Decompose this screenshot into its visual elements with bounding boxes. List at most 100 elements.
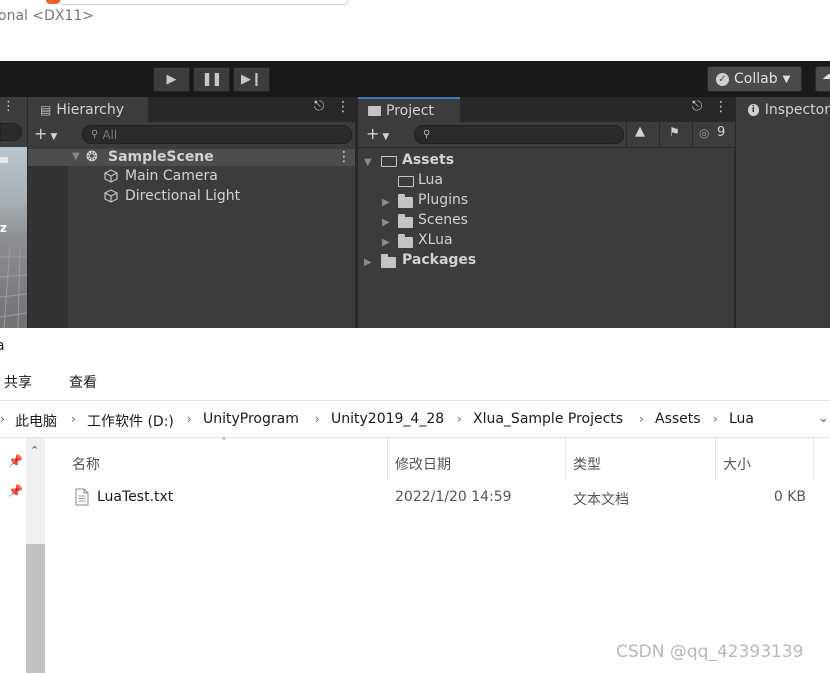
shapes-icon: ▲ xyxy=(635,124,645,139)
add-button[interactable]: + ▼ xyxy=(34,124,57,143)
expand-arrow-icon[interactable]: ▶ xyxy=(382,197,390,208)
collab-button[interactable]: ✓ Collab ▼ xyxy=(707,66,802,92)
search-placeholder: All xyxy=(102,127,118,142)
dropdown-arrow-icon: ▼ xyxy=(782,73,791,85)
breadcrumb-item[interactable]: Unity2019_4_28 xyxy=(331,411,444,427)
expand-arrow-icon[interactable]: ▶ xyxy=(382,237,390,248)
lock-icon[interactable]: ⎋ xyxy=(314,99,324,114)
scene-menu-icon[interactable]: ⋮ xyxy=(337,149,351,165)
gizmo-icon xyxy=(0,157,8,163)
play-button[interactable]: ▶ xyxy=(153,67,190,92)
create-button[interactable]: + ▼ xyxy=(366,124,389,143)
file-modified: 2022/1/20 14:59 xyxy=(395,489,512,505)
expand-arrow-icon[interactable]: ▶ xyxy=(382,217,390,228)
window-title: onal <DX11> xyxy=(0,8,95,24)
file-row[interactable]: LuaTest.txt 2022/1/20 14:59 文本文档 0 KB xyxy=(50,486,830,510)
chevron-right-icon: › xyxy=(187,412,192,426)
tab-hierarchy[interactable]: ▤ Hierarchy xyxy=(28,97,148,122)
scene-grid xyxy=(0,246,27,328)
step-icon: ▶❙ xyxy=(241,72,262,87)
cloud-button[interactable]: ☁ xyxy=(815,66,830,92)
scrollbar-thumb[interactable] xyxy=(26,544,45,673)
column-divider[interactable] xyxy=(813,438,814,480)
info-icon: i xyxy=(748,103,759,116)
hidden-packages-button[interactable]: ◎ 9 xyxy=(692,122,735,147)
breadcrumb-item[interactable]: 此电脑 xyxy=(15,411,57,431)
unity-toolbar: ▶ ❚❚ ▶❙ ✓ Collab ▼ ☁ xyxy=(0,61,830,97)
column-divider[interactable] xyxy=(715,438,716,480)
column-name[interactable]: 名称 xyxy=(72,454,100,474)
file-size: 0 KB xyxy=(773,489,806,505)
hierarchy-item-label: Main Camera xyxy=(125,168,218,184)
pause-icon: ❚❚ xyxy=(201,72,223,87)
window-title-fragment: a xyxy=(0,338,5,354)
column-type[interactable]: 类型 xyxy=(573,454,601,474)
folder-icon xyxy=(398,194,413,208)
tree-item-scenes[interactable]: Scenes xyxy=(418,212,468,228)
menu-dots-icon[interactable]: ⋮ xyxy=(336,99,350,115)
hierarchy-search-input[interactable]: ⚲ All xyxy=(82,125,352,144)
chevron-right-icon: › xyxy=(71,412,76,426)
nav-scrollbar[interactable]: ⌃ xyxy=(26,438,45,673)
pin-icon[interactable]: 📌 xyxy=(8,454,23,468)
expand-arrow-icon[interactable]: ▼ xyxy=(364,157,372,168)
hierarchy-icon: ▤ xyxy=(40,102,52,117)
filter-label-button[interactable]: ⚑ xyxy=(659,122,692,147)
unity-scene-icon: ❂ xyxy=(86,149,98,165)
watermark: CSDN @qq_42393139 xyxy=(616,642,804,662)
hierarchy-item[interactable]: Main Camera xyxy=(28,167,355,186)
divider xyxy=(0,400,830,401)
folder-open-icon xyxy=(381,156,397,167)
breadcrumb-item[interactable]: UnityProgram xyxy=(203,411,299,427)
chevron-right-icon: › xyxy=(0,412,5,426)
address-bar[interactable]: › 此电脑 › 工作软件 (D:) › UnityProgram › Unity… xyxy=(0,404,830,434)
project-panel: Project ⎋ ⋮ + ▼ ⚲ ▲ ⚑ ◎ 9 ▼ Assets Lua ▶… xyxy=(358,97,735,328)
tree-item-xlua[interactable]: XLua xyxy=(418,232,453,248)
scene-name: SampleScene xyxy=(108,149,214,165)
project-body: + ▼ ⚲ ▲ ⚑ ◎ 9 ▼ Assets Lua ▶ Plugins ▶ S… xyxy=(358,122,735,328)
breadcrumb-item[interactable]: Assets xyxy=(655,411,701,427)
unity-panels: ⋮ z ▤ Hierarchy ⎋ ⋮ + ▼ ⚲ All ▼ ❂ Sample… xyxy=(0,97,830,328)
scroll-up-icon[interactable]: ⌃ xyxy=(30,444,39,457)
scene-viewport[interactable]: z xyxy=(0,147,27,328)
text-file-icon xyxy=(75,488,89,506)
project-search-input[interactable]: ⚲ xyxy=(414,125,624,144)
scene-search-field[interactable] xyxy=(0,123,22,141)
divider xyxy=(358,147,734,148)
scene-row[interactable]: ▼ ❂ SampleScene ⋮ xyxy=(28,149,355,166)
tab-inspector[interactable]: i Inspector xyxy=(736,97,830,122)
tree-item-assets[interactable]: Assets xyxy=(402,152,454,168)
column-divider[interactable] xyxy=(387,438,388,480)
breadcrumb-item[interactable]: Lua xyxy=(729,411,754,427)
tab-project[interactable]: Project xyxy=(358,97,460,122)
lock-icon[interactable]: ⎋ xyxy=(692,99,702,114)
folder-icon xyxy=(398,214,413,228)
tree-item-plugins[interactable]: Plugins xyxy=(418,192,468,208)
tab-project-label: Project xyxy=(386,102,434,119)
navigation-pane: 📌 📌 ⌃ xyxy=(0,438,48,673)
pause-button[interactable]: ❚❚ xyxy=(193,67,230,92)
scene-menu-icon[interactable]: ⋮ xyxy=(2,99,15,114)
sort-ascending-icon: ˆ xyxy=(221,436,227,449)
ribbon-tab-view[interactable]: 查看 xyxy=(69,372,97,392)
search-icon: ⚲ xyxy=(91,129,99,140)
expand-arrow-icon[interactable]: ▶ xyxy=(364,257,372,268)
ribbon-tab-share[interactable]: 共享 xyxy=(4,372,32,392)
filter-type-button[interactable]: ▲ xyxy=(626,122,659,147)
column-size[interactable]: 大小 xyxy=(723,454,751,474)
menu-dots-icon[interactable]: ⋮ xyxy=(714,99,728,115)
chevron-right-icon: › xyxy=(315,412,320,426)
step-button[interactable]: ▶❙ xyxy=(233,67,270,92)
breadcrumb-item[interactable]: 工作软件 (D:) xyxy=(87,411,174,431)
pin-icon[interactable]: 📌 xyxy=(8,484,23,498)
column-divider[interactable] xyxy=(565,438,566,480)
tree-item-packages[interactable]: Packages xyxy=(402,252,476,268)
tree-item-lua[interactable]: Lua xyxy=(418,172,443,188)
eye-slash-icon: ◎ xyxy=(699,126,710,140)
breadcrumb-item[interactable]: Xlua_Sample Projects xyxy=(473,411,623,427)
column-modified[interactable]: 修改日期 xyxy=(395,454,451,474)
hierarchy-item[interactable]: Directional Light xyxy=(28,187,355,206)
chevron-down-icon[interactable]: ⌄ xyxy=(818,411,829,426)
search-icon: ⚲ xyxy=(423,129,431,140)
expand-arrow-icon[interactable]: ▼ xyxy=(72,151,80,162)
